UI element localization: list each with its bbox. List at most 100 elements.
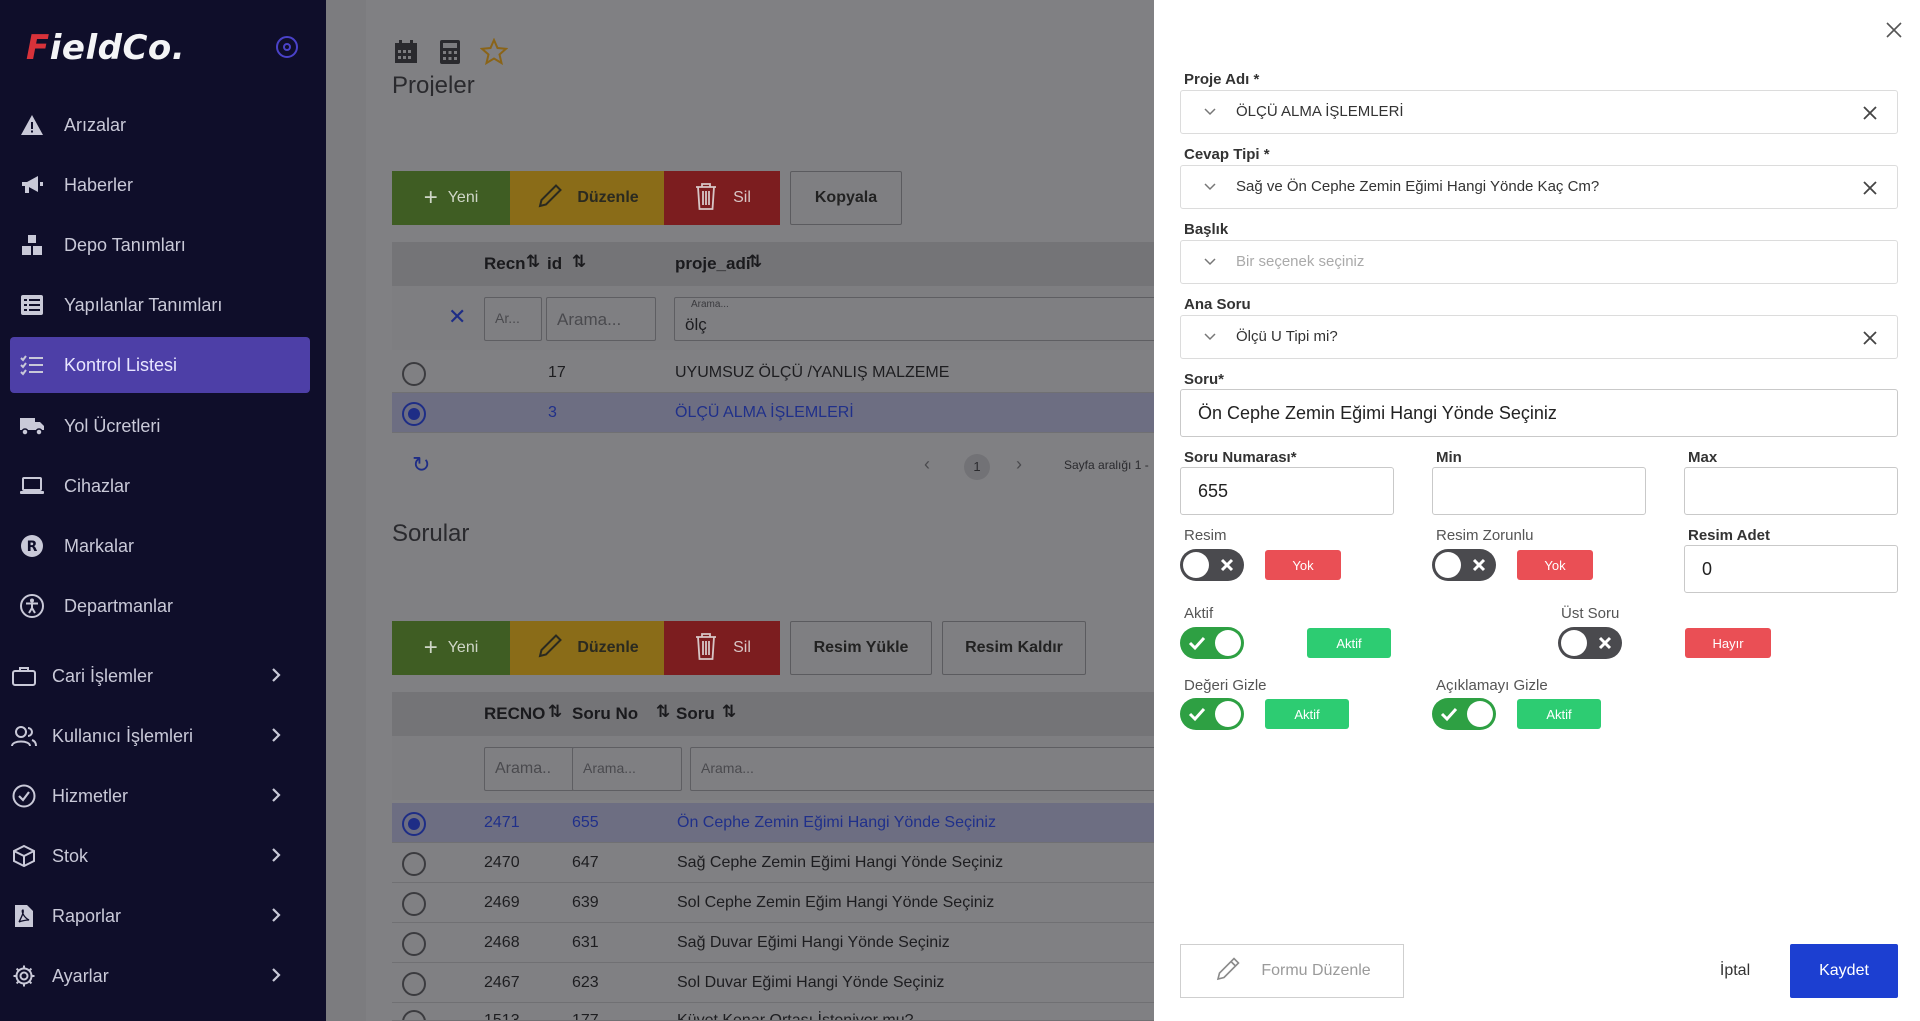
- answer-type-select[interactable]: Sağ ve Ön Cephe Zemin Eğimi Hangi Yönde …: [1180, 165, 1898, 209]
- row-radio[interactable]: [402, 892, 426, 916]
- chevron-right-icon: [270, 906, 282, 929]
- col-recno[interactable]: Recn: [484, 254, 526, 274]
- chevron-right-icon: [270, 666, 282, 689]
- sidebar-item-yol-ucretleri[interactable]: Yol Ücretleri: [10, 398, 310, 454]
- hide-description-toggle[interactable]: [1432, 698, 1496, 730]
- save-button[interactable]: Kaydet: [1790, 944, 1898, 998]
- question-no-input[interactable]: 655: [1180, 467, 1394, 515]
- star-icon[interactable]: [479, 37, 509, 66]
- image-toggle[interactable]: [1180, 549, 1244, 581]
- clear-icon[interactable]: [1861, 104, 1879, 122]
- col-proje-adi[interactable]: proje_adi: [675, 254, 751, 274]
- sidebar-item-label: Markalar: [64, 535, 135, 556]
- col-id[interactable]: id: [547, 254, 562, 274]
- parent-question-label: Üst Soru: [1561, 605, 1620, 622]
- main-question-select[interactable]: Ölçü U Tipi mi?: [1180, 315, 1898, 359]
- heading-select[interactable]: Bir seçenek seçiniz: [1180, 240, 1898, 284]
- clear-icon[interactable]: [1861, 179, 1879, 197]
- sidebar-item-departmanlar[interactable]: Departmanlar: [10, 578, 310, 634]
- clear-icon[interactable]: [1861, 329, 1879, 347]
- row-radio[interactable]: [402, 972, 426, 996]
- sidebar-group-raporlar[interactable]: Raporlar: [0, 888, 300, 944]
- sidebar-group-kullanici[interactable]: Kullanıcı İşlemleri: [0, 708, 300, 764]
- row-radio[interactable]: [402, 852, 426, 876]
- cancel-button[interactable]: İptal: [1700, 944, 1770, 998]
- image-upload-button[interactable]: Resim Yükle: [790, 621, 932, 675]
- prev-page-icon[interactable]: ‹: [924, 454, 930, 475]
- sidebar-item-haberler[interactable]: Haberler: [10, 157, 310, 213]
- sidebar-item-label: Cari İşlemler: [52, 665, 154, 686]
- row-recno: 1513: [484, 1012, 520, 1021]
- calendar-icon[interactable]: [392, 38, 420, 66]
- image-count-input[interactable]: 0: [1684, 545, 1898, 593]
- row-radio[interactable]: [402, 932, 426, 956]
- min-input[interactable]: [1432, 467, 1646, 515]
- sidebar-item-yapilanlar[interactable]: Yapılanlar Tanımları: [10, 277, 310, 333]
- row-id: 17: [548, 364, 566, 381]
- col-soru[interactable]: Soru: [676, 704, 715, 724]
- sidebar-collapse-icon[interactable]: [276, 36, 298, 58]
- row-radio[interactable]: [402, 402, 426, 426]
- filter-soru-no-input[interactable]: Arama...: [572, 747, 682, 791]
- page-number[interactable]: 1: [964, 454, 990, 480]
- row-radio[interactable]: [402, 812, 426, 836]
- sort-icon[interactable]: ⇅: [656, 702, 670, 722]
- active-toggle[interactable]: [1180, 627, 1244, 659]
- image-remove-button[interactable]: Resim Kaldır: [942, 621, 1086, 675]
- max-input[interactable]: [1684, 467, 1898, 515]
- filter-recno-input[interactable]: Ar...: [484, 297, 542, 341]
- pencil-icon: [535, 631, 565, 666]
- col-recno[interactable]: RECNO: [484, 704, 545, 724]
- filter-recno-input[interactable]: Arama..: [484, 747, 574, 791]
- project-select[interactable]: ÖLÇÜ ALMA İŞLEMLERİ: [1180, 90, 1898, 134]
- pdf-icon: [10, 904, 38, 928]
- sort-icon[interactable]: ⇅: [748, 252, 762, 272]
- sidebar-item-cihazlar[interactable]: Cihazlar: [10, 458, 310, 514]
- sidebar-group-ayarlar[interactable]: Ayarlar: [0, 948, 300, 1004]
- col-soru-no[interactable]: Soru No: [572, 704, 638, 724]
- project-new-button[interactable]: + Yeni: [392, 171, 510, 225]
- sort-icon[interactable]: ⇅: [722, 702, 736, 722]
- question-delete-button[interactable]: Sil: [664, 621, 780, 675]
- row-radio[interactable]: [402, 1010, 426, 1020]
- sort-icon[interactable]: ⇅: [548, 702, 562, 722]
- sidebar: FieldCo. Arızalar Haberler Depo Tanımlar…: [0, 0, 326, 1021]
- sidebar-item-arizalar[interactable]: Arızalar: [10, 97, 310, 153]
- min-label: Min: [1436, 449, 1462, 466]
- sidebar-item-markalar[interactable]: R Markalar: [10, 518, 310, 574]
- refresh-icon[interactable]: ↻: [412, 452, 430, 478]
- pencil-icon: [1213, 954, 1243, 989]
- row-radio[interactable]: [402, 362, 426, 386]
- question-new-button[interactable]: + Yeni: [392, 621, 510, 675]
- question-edit-button[interactable]: Düzenle: [510, 621, 664, 675]
- sidebar-item-kontrol-listesi[interactable]: Kontrol Listesi: [10, 337, 310, 393]
- parent-question-toggle[interactable]: [1558, 627, 1622, 659]
- sort-icon[interactable]: ⇅: [572, 252, 586, 272]
- sidebar-group-cari[interactable]: Cari İşlemler: [0, 648, 300, 704]
- close-icon[interactable]: [1882, 18, 1906, 42]
- brand-logo[interactable]: FieldCo.: [26, 28, 185, 68]
- chevron-right-icon: [270, 786, 282, 809]
- project-edit-button[interactable]: Düzenle: [510, 171, 664, 225]
- row-no: 623: [572, 974, 599, 991]
- sidebar-item-depo[interactable]: Depo Tanımları: [10, 217, 310, 273]
- filter-id-input[interactable]: Arama...: [546, 297, 656, 341]
- next-page-icon[interactable]: ›: [1016, 454, 1022, 475]
- clear-filter-icon[interactable]: ✕: [448, 304, 466, 330]
- sidebar-item-label: Stok: [52, 845, 89, 866]
- hide-value-toggle[interactable]: [1180, 698, 1244, 730]
- sidebar-group-hizmetler[interactable]: Hizmetler: [0, 768, 300, 824]
- question-input[interactable]: Ön Cephe Zemin Eğimi Hangi Yönde Seçiniz: [1180, 389, 1898, 437]
- sidebar-item-label: Hizmetler: [52, 785, 129, 806]
- image-required-toggle[interactable]: [1432, 549, 1496, 581]
- project-select-value: ÖLÇÜ ALMA İŞLEMLERİ: [1236, 103, 1404, 120]
- calculator-icon[interactable]: [436, 38, 464, 66]
- sort-icon[interactable]: ⇅: [526, 252, 540, 272]
- project-copy-button[interactable]: Kopyala: [790, 171, 902, 225]
- row-no: 177: [572, 1012, 599, 1021]
- sidebar-group-stok[interactable]: Stok: [0, 828, 300, 884]
- edit-form-button[interactable]: Formu Düzenle: [1180, 944, 1404, 998]
- project-delete-button[interactable]: Sil: [664, 171, 780, 225]
- megaphone-icon: [18, 173, 46, 197]
- row-id: 3: [548, 404, 557, 421]
